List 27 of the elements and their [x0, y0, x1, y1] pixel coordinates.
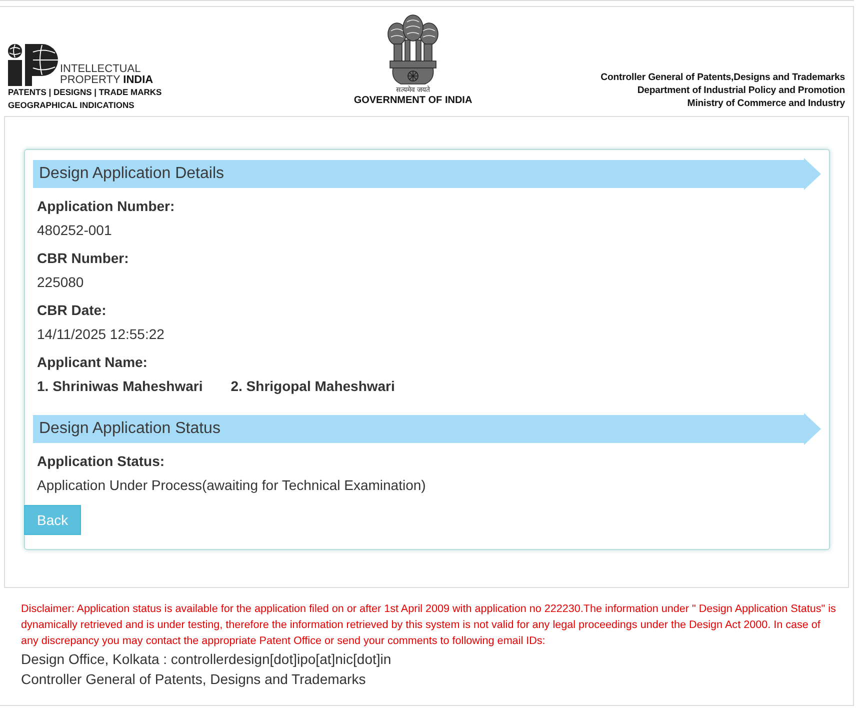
field-label: Application Number: — [37, 197, 175, 216]
back-button[interactable]: Back — [24, 505, 82, 535]
field-value: 225080 — [37, 273, 84, 292]
field-value: 14/11/2025 12:55:22 — [37, 325, 164, 344]
field-label: Applicant Name: — [37, 353, 148, 372]
field-label: CBR Date: — [37, 301, 106, 320]
applicant-name: 2. Shrigopal Maheshwari — [230, 377, 395, 396]
logo-tagline: PATENTS | DESIGNS | TRADE MARKS — [8, 86, 162, 98]
contact-line: Controller General of Patents, Designs and Trademarks — [21, 670, 366, 689]
section-header: Design Application Details — [33, 158, 821, 190]
logo-tagline: GEOGRAPHICAL INDICATIONS — [8, 98, 134, 111]
field-value: Application Under Process(awaiting for Technical Examination) — [37, 476, 426, 495]
logo-text: PROPERTY INDIA — [60, 75, 154, 86]
emblem-icon — [385, 14, 441, 86]
field-label: CBR Number: — [37, 249, 129, 268]
authority-name: Department of Industrial Policy and Promotion — [637, 84, 845, 97]
section-header: Design Application Status — [33, 413, 821, 445]
authority-name: Ministry of Commerce and Industry — [687, 97, 845, 110]
logo-text: INTELLECTUAL — [60, 64, 141, 75]
ip-logo-icon — [8, 44, 58, 86]
field-label: Application Status: — [37, 452, 165, 471]
applicant-name: 1. Shriniwas Maheshwari — [37, 377, 203, 396]
disclaimer-text: Disclaimer: Application status is available for the application filed on or after 1st April 2009 with application no 222230.The information under " Design Application Status" is dynamically retrieved and is under testing, therefore the information retrieved by this system is not valid for any legal proceedings under the Design Act 2000. In case of any discrepancy you may contact the appropriate Patent Office or send your comments to following email IDs: — [21, 602, 837, 649]
field-value: 480252-001 — [37, 221, 112, 240]
government-caption: GOVERNMENT OF INDIA — [354, 95, 472, 107]
contact-line: Design Office, Kolkata : controllerdesign[dot]ipo[at]nic[dot]in — [21, 650, 392, 669]
authority-name: Controller General of Patents,Designs and Trademarks — [600, 71, 845, 84]
